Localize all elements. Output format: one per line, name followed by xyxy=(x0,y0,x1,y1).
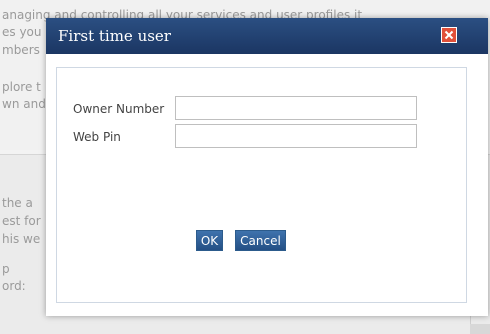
background-text-line: wn and xyxy=(2,97,46,111)
dialog-titlebar: First time user xyxy=(46,18,488,54)
background-bottom-strip xyxy=(470,324,490,334)
background-text-line: ord: xyxy=(2,279,26,293)
background-text-line: his we xyxy=(2,232,41,246)
close-icon xyxy=(444,30,454,40)
dialog-title: First time user xyxy=(58,27,171,45)
background-text-line: mbers xyxy=(2,43,40,57)
background-text-line: p xyxy=(2,262,10,276)
background-text-line: plore t xyxy=(2,80,41,94)
background-text-line: the a xyxy=(2,196,33,210)
web-pin-label: Web Pin xyxy=(73,130,121,144)
ok-button[interactable]: OK xyxy=(196,230,223,251)
web-pin-input[interactable] xyxy=(175,124,417,148)
first-time-user-dialog: First time user Owner Number Web Pin OK … xyxy=(46,18,488,316)
close-button[interactable] xyxy=(441,27,457,43)
background-text-line: est for xyxy=(2,214,41,228)
owner-number-label: Owner Number xyxy=(73,102,165,116)
cancel-button[interactable]: Cancel xyxy=(235,230,286,251)
background-text-line: es you xyxy=(2,25,42,39)
dialog-body: Owner Number Web Pin OK Cancel xyxy=(56,67,467,303)
owner-number-input[interactable] xyxy=(175,96,417,120)
